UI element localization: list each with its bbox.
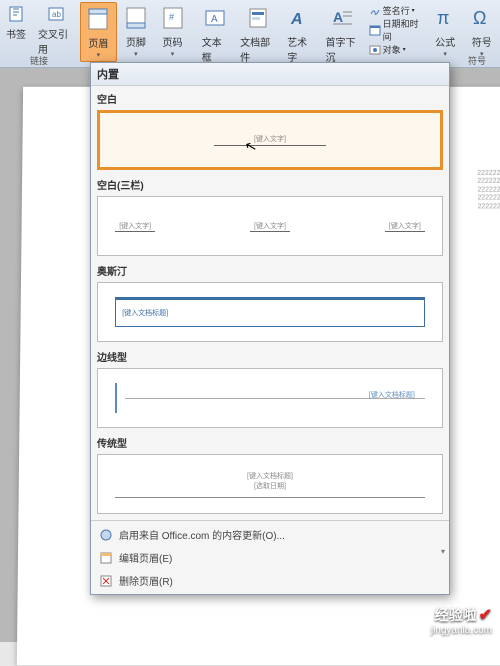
date-time-icon [369, 24, 381, 36]
svg-text:π: π [437, 8, 449, 28]
edit-icon [99, 551, 113, 565]
date-time-label: 日期和时间 [383, 17, 420, 43]
template-blank-three[interactable]: [键入文字] [键入文字] [键入文字] [97, 196, 443, 256]
remove-header-button[interactable]: 删除页眉(R) [91, 569, 449, 592]
watermark-name: 经验啦 [435, 605, 477, 625]
date-time-button[interactable]: 日期和时间 [367, 17, 422, 43]
footer-icon [122, 4, 150, 32]
watermark: 经验啦 ✔ jingyanla.com [431, 605, 492, 636]
placeholder-text: [键入文字] [214, 134, 326, 146]
ribbon: 书签 ab 交叉引用 页眉 ▾ 页脚 ▾ # 页码 ▾ A 文本框 ▾ [0, 0, 500, 68]
cross-ref-label: 交叉引用 [38, 26, 73, 56]
edit-header-label: 编辑页眉(E) [119, 550, 172, 565]
bookmark-icon [6, 4, 26, 24]
equation-icon: π [431, 4, 459, 32]
placeholder-text: [键入文档标题] [122, 310, 168, 317]
template-traditional[interactable]: [键入文档标题] [选取日期] [97, 454, 443, 514]
bookmark-label: 书签 [6, 26, 26, 41]
chevron-down-icon: ▾ [97, 51, 101, 59]
section-title: 传统型 [93, 432, 447, 452]
insert-misc-column: 签名行 ▾ 日期和时间 对象 ▾ [367, 2, 422, 56]
placeholder-text: [选取日期] [254, 481, 286, 491]
template-blank[interactable]: [键入文字] [97, 110, 443, 170]
header-button[interactable]: 页眉 ▾ [80, 2, 117, 62]
more-office-label: 启用来自 Office.com 的内容更新(O)... [119, 527, 285, 542]
svg-text:ab: ab [52, 10, 61, 19]
more-office-button[interactable]: 启用来自 Office.com 的内容更新(O)... [91, 523, 449, 546]
gallery-footer: 启用来自 Office.com 的内容更新(O)... 编辑页眉(E) 删除页眉… [91, 520, 449, 594]
text-box-label: 文本框 [202, 34, 228, 64]
gallery-title: 内置 [91, 63, 449, 86]
chevron-down-icon: ▾ [412, 7, 415, 14]
page-number-icon: # [159, 4, 187, 32]
chevron-down-icon: ▾ [171, 50, 175, 58]
remove-header-label: 删除页眉(R) [119, 573, 173, 588]
drop-cap-label: 首字下沉 [326, 34, 361, 64]
gallery-section-traditional: 传统型 [键入文档标题] [选取日期] [93, 432, 447, 514]
equation-label: 公式 [435, 34, 455, 49]
check-icon: ✔ [479, 605, 492, 625]
symbol-icon: Ω [468, 4, 496, 32]
svg-text:A: A [211, 14, 218, 25]
template-sideline[interactable]: [键入文档标题] [97, 368, 443, 428]
quick-parts-icon [244, 4, 272, 32]
group-label-links: 链接 [30, 54, 48, 67]
text-box-icon: A [201, 4, 229, 32]
placeholder-text: [键入文字] [250, 221, 290, 232]
svg-text:A: A [333, 9, 343, 25]
svg-text:A: A [290, 11, 303, 28]
chevron-down-icon: ▾ [134, 50, 138, 58]
word-art-icon: A [286, 4, 314, 32]
svg-text:#: # [169, 12, 174, 22]
section-title: 边线型 [93, 346, 447, 366]
footer-label: 页脚 [126, 34, 146, 49]
object-icon [369, 44, 381, 56]
cross-ref-icon: ab [46, 4, 66, 24]
word-art-label: 艺术字 [287, 34, 313, 64]
chevron-down-icon: ▾ [403, 46, 406, 53]
remove-icon [99, 574, 113, 588]
section-title: 空白 [93, 88, 447, 108]
signature-icon [369, 5, 381, 17]
footer-button[interactable]: 页脚 ▾ [119, 2, 154, 60]
section-title: 奥斯汀 [93, 260, 447, 280]
placeholder-text: [键入文档标题] [247, 471, 293, 481]
office-icon [99, 528, 113, 542]
group-label-symbol: 符号 [468, 54, 486, 67]
cross-ref-button[interactable]: ab 交叉引用 [33, 2, 78, 58]
gallery-section-blank: 空白 [键入文字] [93, 88, 447, 170]
symbol-button[interactable]: Ω 符号 ▾ [464, 2, 499, 60]
object-button[interactable]: 对象 ▾ [367, 43, 422, 56]
symbol-label: 符号 [472, 34, 492, 49]
gallery-body[interactable]: 空白 [键入文字] 空白(三栏) [键入文字] [键入文字] [键入文字] 奥斯… [91, 86, 449, 520]
watermark-url: jingyanla.com [431, 625, 492, 636]
placeholder-text: [键入文档标题] [369, 390, 415, 400]
drop-cap-icon: A [329, 4, 357, 32]
page-number-button[interactable]: # 页码 ▾ [155, 2, 190, 60]
equation-button[interactable]: π 公式 ▾ [428, 2, 463, 60]
placeholder-text: [键入文字] [115, 221, 155, 232]
page-number-label: 页码 [163, 34, 183, 49]
placeholder-text: [键入文字] [385, 221, 425, 232]
signature-button[interactable]: 签名行 ▾ [367, 4, 422, 17]
header-icon [84, 5, 112, 33]
svg-text:Ω: Ω [473, 8, 486, 28]
bookmark-button[interactable]: 书签 [1, 2, 31, 43]
section-title: 空白(三栏) [93, 174, 447, 194]
object-label: 对象 [383, 43, 401, 56]
gallery-section-sideline: 边线型 [键入文档标题] [93, 346, 447, 428]
document-sample-text: 2222222222 2222222222 2222222222 2222222… [477, 170, 500, 211]
gallery-section-blank-three: 空白(三栏) [键入文字] [键入文字] [键入文字] [93, 174, 447, 256]
signature-label: 签名行 [383, 4, 410, 17]
header-gallery: 内置 空白 [键入文字] 空白(三栏) [键入文字] [键入文字] [键入文字]… [90, 62, 450, 595]
template-austin[interactable]: [键入文档标题] [97, 282, 443, 342]
header-label: 页眉 [88, 35, 108, 50]
chevron-down-icon: ▾ [443, 50, 447, 58]
edit-header-button[interactable]: 编辑页眉(E) [91, 546, 449, 569]
quick-parts-label: 文档部件 [240, 34, 275, 64]
gallery-section-austin: 奥斯汀 [键入文档标题] [93, 260, 447, 342]
